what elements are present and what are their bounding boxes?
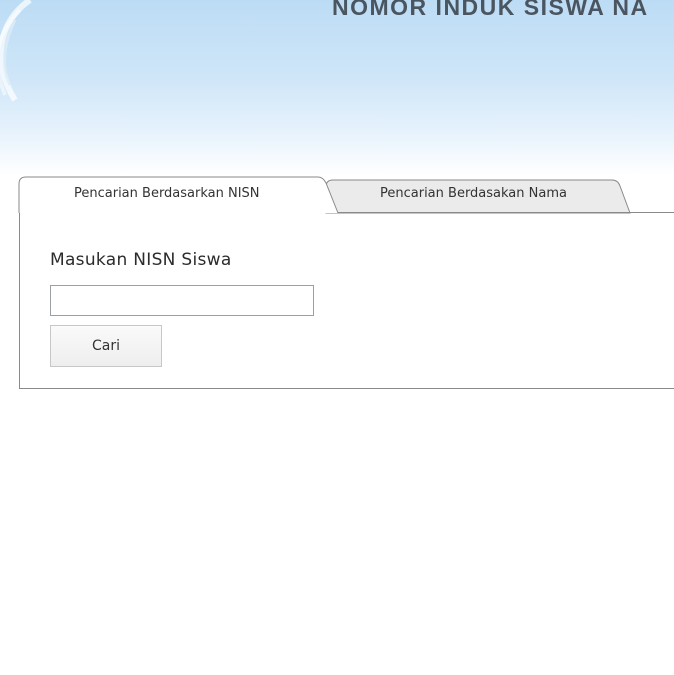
tab-nisn[interactable]: Pencarian Berdasarkan NISN	[74, 186, 260, 201]
search-button[interactable]: Cari	[50, 325, 162, 367]
nisn-input[interactable]	[50, 285, 314, 316]
tab-nama[interactable]: Pencarian Berdasakan Nama	[380, 186, 567, 201]
tab-strip	[18, 176, 674, 214]
nisn-field-label: Masukan NISN Siswa	[50, 250, 232, 270]
